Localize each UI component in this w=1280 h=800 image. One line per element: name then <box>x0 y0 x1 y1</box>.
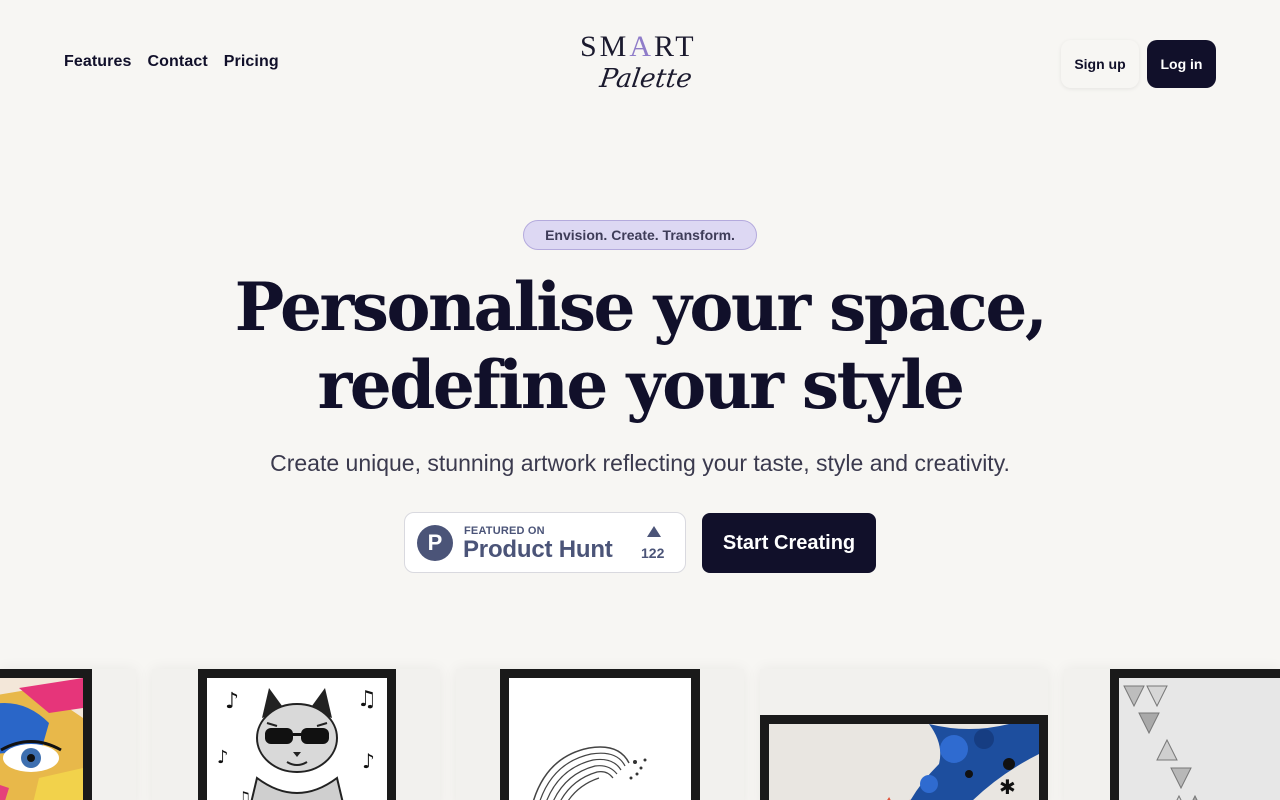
gallery-card-geometric[interactable] <box>1064 669 1280 800</box>
tagline-badge: Envision. Create. Transform. <box>523 220 757 250</box>
artwork-frame: ♪ ♫ ♪ ♪ ♫ <box>198 669 396 800</box>
artwork-frame <box>0 669 92 800</box>
product-hunt-name: Product Hunt <box>463 536 613 563</box>
logo-wordmark-script: Palette <box>597 64 694 94</box>
gallery-card-wave-sketch[interactable] <box>456 669 744 800</box>
geometric-triangles-artwork-icon <box>1119 678 1280 800</box>
sign-up-button[interactable]: Sign up <box>1061 40 1139 88</box>
upvote-count: 122 <box>641 545 665 561</box>
product-hunt-logo-icon: P <box>417 525 453 561</box>
svg-text:✱: ✱ <box>999 775 1016 799</box>
landing-page: Features Contact Pricing SMART Palette S… <box>0 0 1280 800</box>
upvote-arrow-icon <box>647 526 661 537</box>
start-creating-button[interactable]: Start Creating <box>702 513 876 573</box>
gallery-card-colorful-eye[interactable] <box>0 669 136 800</box>
artwork-frame: ✱ <box>760 715 1048 800</box>
colorful-eye-artwork-icon <box>0 678 83 800</box>
svg-text:♫: ♫ <box>357 687 377 712</box>
main-nav: Features Contact Pricing <box>64 53 279 71</box>
log-in-button[interactable]: Log in <box>1147 40 1216 88</box>
hero-headline: Personalise your space, redefine your st… <box>140 268 1140 424</box>
smart-palette-logo[interactable]: SMART Palette <box>578 28 704 100</box>
svg-text:♪: ♪ <box>217 747 229 768</box>
gallery-card-blue-splash[interactable]: ✱ <box>760 669 1048 800</box>
artwork-frame <box>1110 669 1280 800</box>
headline-line-1: Personalise your space, <box>234 268 1048 346</box>
headline-line-2: redefine your style <box>317 346 965 424</box>
svg-text:♪: ♪ <box>362 749 375 773</box>
product-hunt-badge[interactable]: P FEATURED ON Product Hunt 122 <box>404 512 686 573</box>
logo-wordmark-top: SMART <box>580 30 697 63</box>
nav-pricing-link[interactable]: Pricing <box>224 53 279 71</box>
nav-contact-link[interactable]: Contact <box>148 53 208 71</box>
nav-features-link[interactable]: Features <box>64 53 132 71</box>
artwork-frame <box>500 669 700 800</box>
hero-subheadline: Create unique, stunning artwork reflecti… <box>270 450 1010 476</box>
svg-text:♪: ♪ <box>225 689 239 714</box>
blue-splash-artwork-icon: ✱ <box>769 724 1039 800</box>
wave-sketch-artwork-icon <box>509 678 691 800</box>
svg-text:♫: ♫ <box>237 788 251 800</box>
cat-sunglasses-artwork-icon: ♪ ♫ ♪ ♪ ♫ <box>207 678 387 800</box>
gallery-card-cat-sunglasses[interactable]: ♪ ♫ ♪ ♪ ♫ <box>152 669 440 800</box>
